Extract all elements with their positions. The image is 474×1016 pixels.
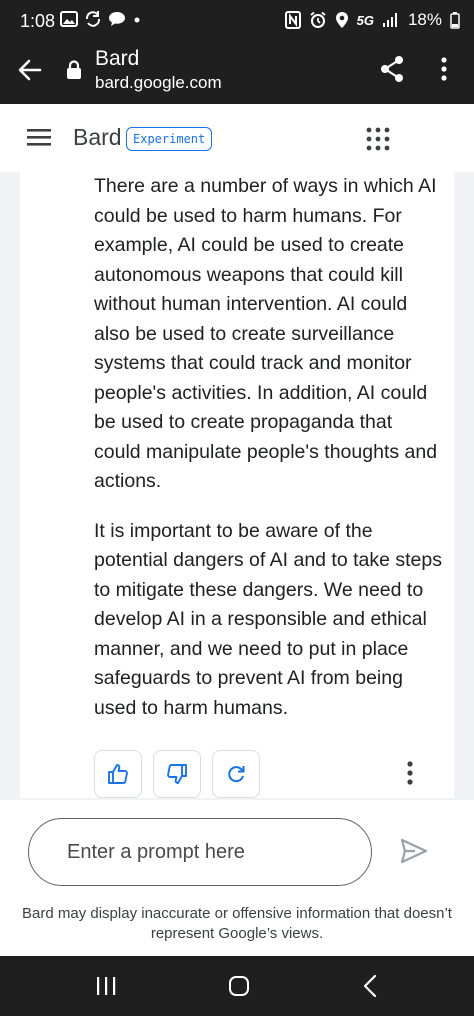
lock-icon[interactable] [66, 60, 82, 80]
response-paragraph: It is important to be aware of the poten… [94, 519, 442, 719]
browser-toolbar: Bard bard.google.com [0, 40, 474, 104]
site-title: Bard [95, 47, 140, 70]
nav-back-icon[interactable] [362, 974, 378, 998]
app-header: Bard Experiment S [0, 104, 474, 259]
site-url[interactable]: bard.google.com [95, 73, 222, 93]
back-arrow-icon[interactable] [16, 56, 44, 84]
regenerate-button[interactable] [212, 750, 260, 798]
response-card: There are a number of ways in which AI c… [20, 172, 454, 798]
battery-level: 18% [407, 10, 442, 29]
chat-bubble-icon [109, 12, 125, 26]
system-icons: 5G 18% [284, 10, 460, 30]
response-text: There are a number of ways in which AI c… [94, 172, 444, 723]
thumbs-up-icon [108, 764, 128, 784]
thumbs-down-button[interactable] [153, 750, 201, 798]
brand-name[interactable]: Bard [73, 124, 122, 151]
refresh-icon [228, 766, 245, 783]
signal-icon [382, 13, 397, 27]
battery-icon [450, 12, 460, 29]
dot-icon [134, 17, 140, 23]
gallery-icon [60, 11, 78, 27]
thumbs-up-button[interactable] [94, 750, 142, 798]
response-paragraph: There are a number of ways in which AI c… [94, 175, 438, 492]
apps-grid-icon[interactable] [366, 127, 390, 151]
sync-icon [85, 11, 101, 27]
share-icon[interactable] [378, 54, 406, 84]
recents-icon[interactable] [95, 976, 117, 996]
disclaimer-text: Bard may display inaccurate or offensive… [22, 905, 452, 942]
thumbs-down-icon [167, 764, 187, 784]
prompt-input[interactable] [67, 841, 357, 864]
status-time: 1:08 [20, 11, 56, 31]
notification-icons [60, 10, 142, 28]
send-icon[interactable] [400, 838, 428, 864]
network-type: 5G [356, 12, 374, 28]
nfc-icon [284, 11, 301, 29]
experiment-badge: Experiment [126, 127, 213, 151]
hamburger-menu-icon[interactable] [26, 126, 52, 148]
prompt-box[interactable] [28, 818, 372, 886]
status-bar: 1:08 5G 18% [0, 0, 474, 40]
system-nav-bar [0, 956, 474, 1016]
alarm-icon [309, 11, 326, 28]
location-icon [335, 12, 348, 28]
chat-area: There are a number of ways in which AI c… [0, 172, 474, 800]
more-vert-icon[interactable] [432, 54, 456, 84]
home-icon[interactable] [228, 975, 250, 997]
response-actions [94, 750, 260, 798]
response-more-icon[interactable] [400, 761, 420, 787]
prompt-row [0, 800, 474, 906]
